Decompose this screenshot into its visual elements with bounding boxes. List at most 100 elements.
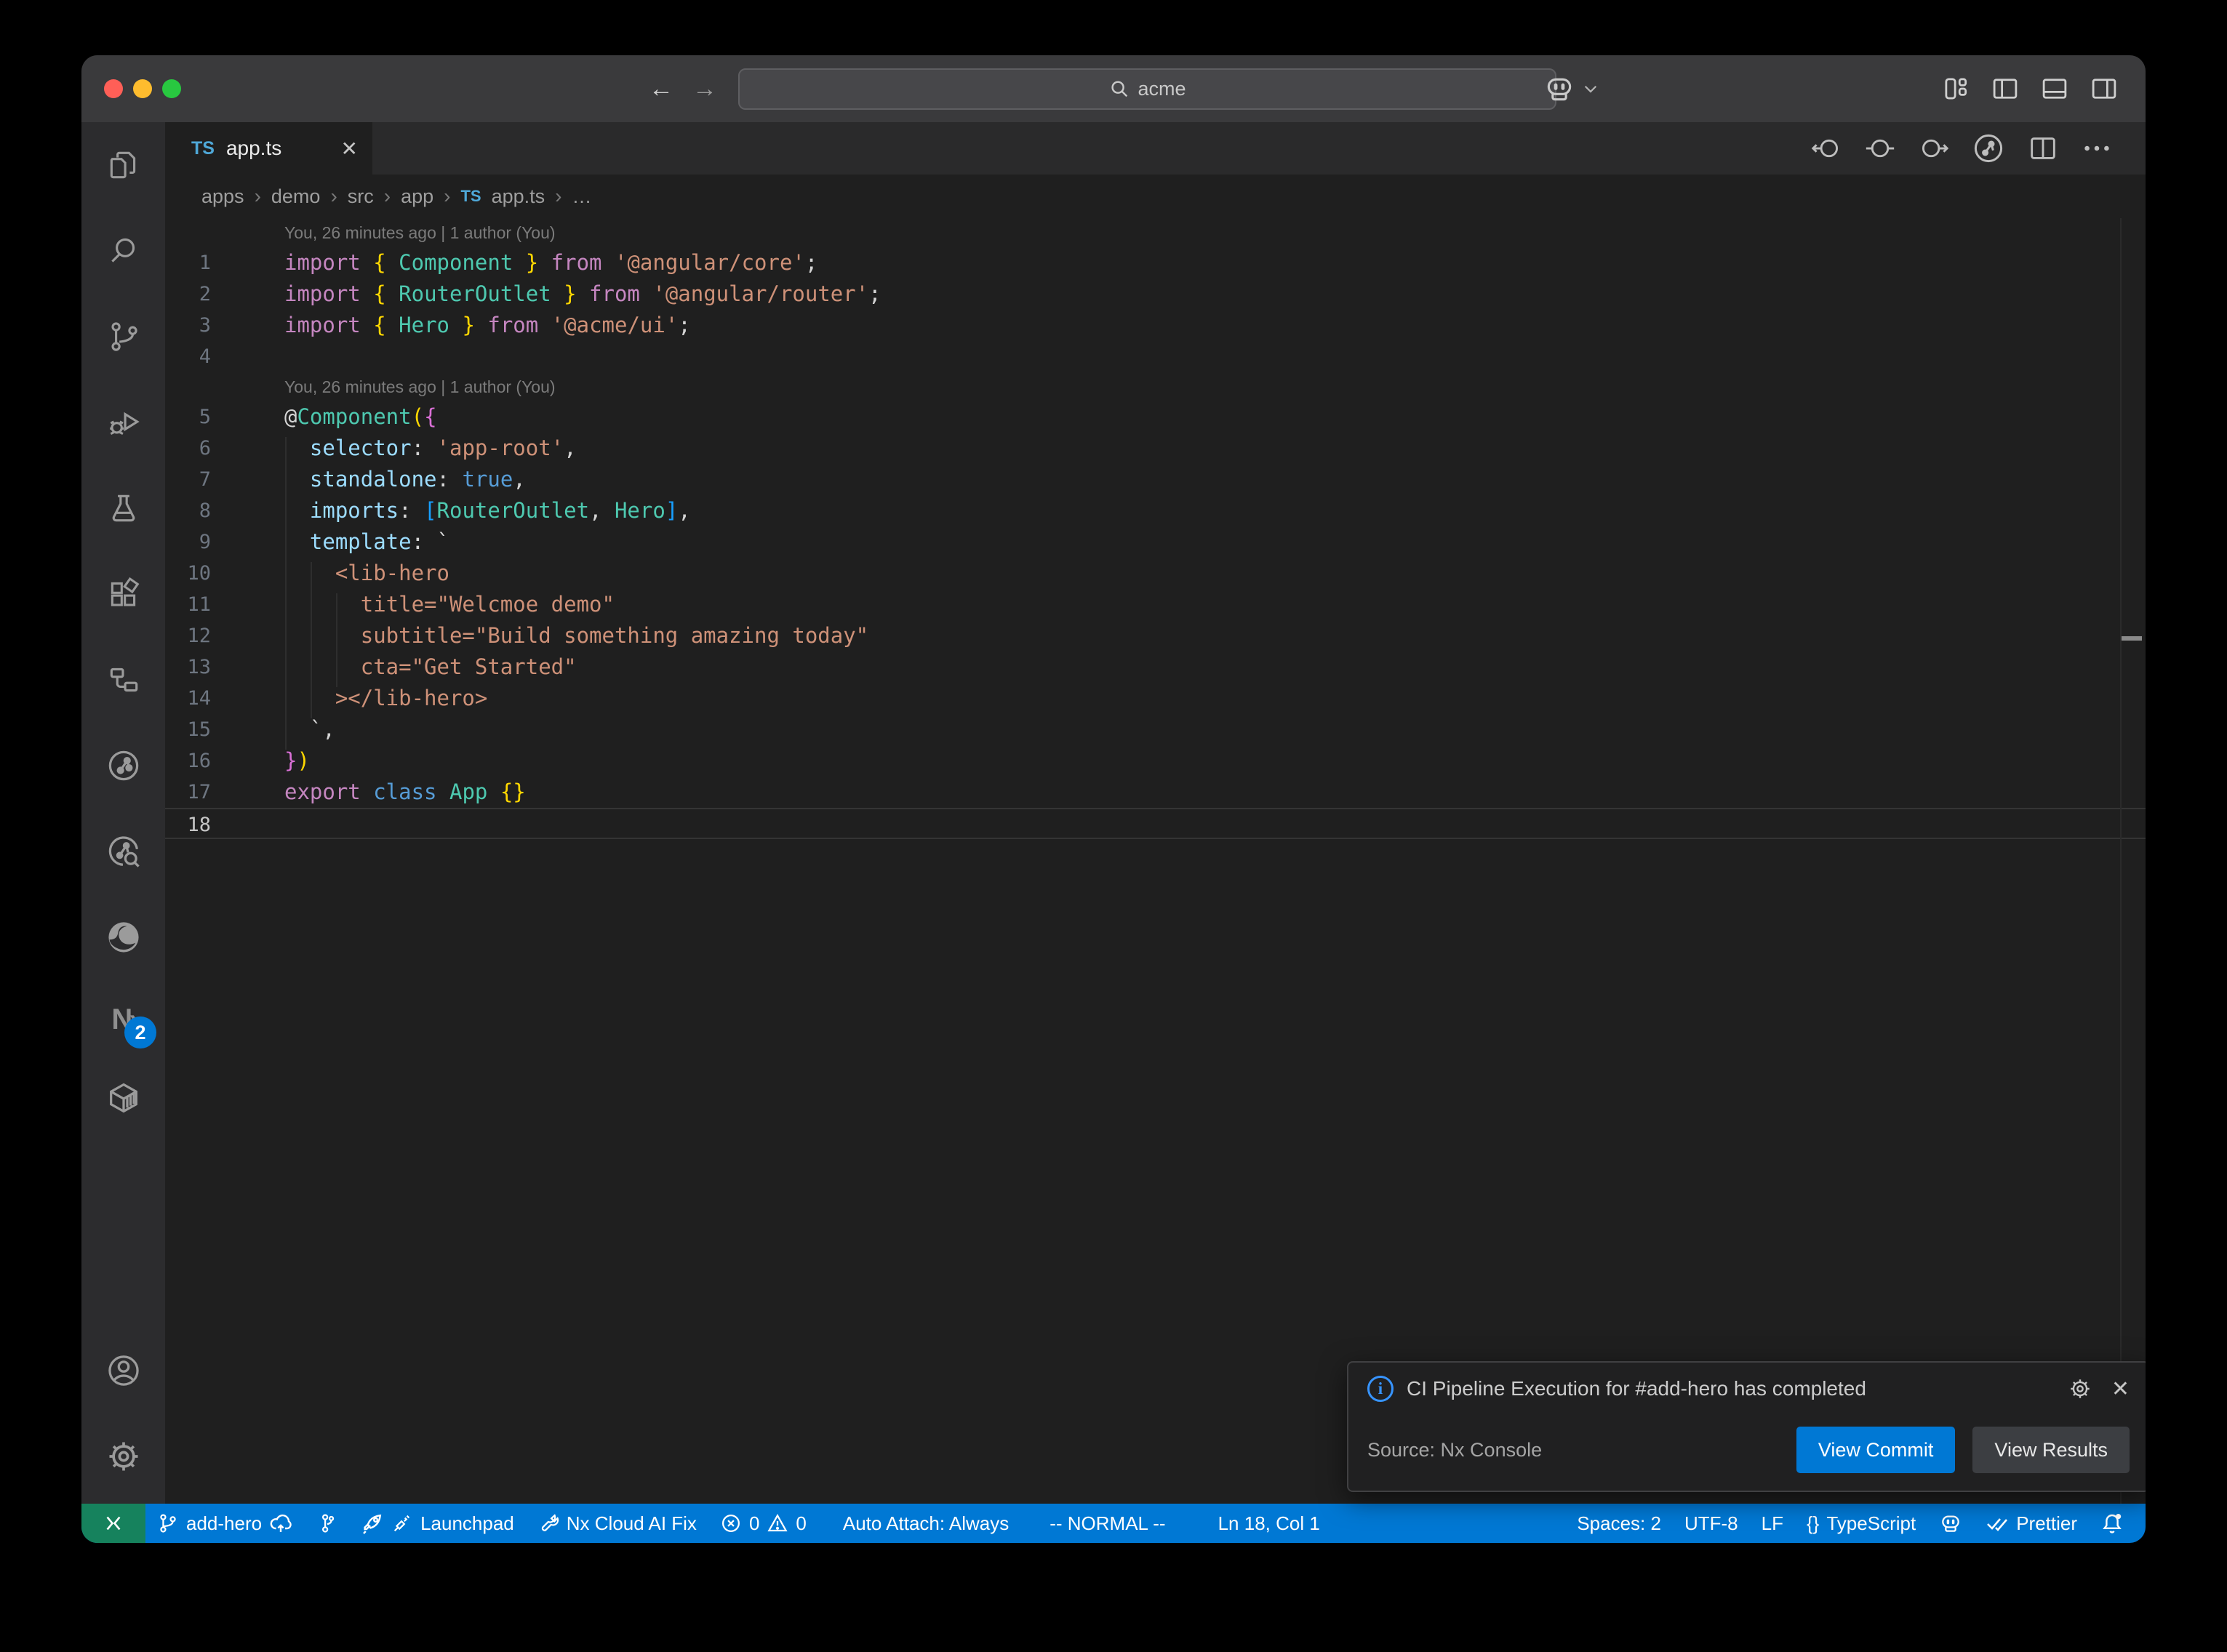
- code-line[interactable]: 15 `,: [165, 714, 2146, 745]
- code-editor[interactable]: You, 26 minutes ago | 1 author (You)1imp…: [165, 218, 2146, 1504]
- blame-annotation: You, 26 minutes ago | 1 author (You): [211, 372, 556, 401]
- extensions-icon[interactable]: [81, 551, 165, 637]
- editor-scrollbar[interactable]: [2120, 218, 2146, 1504]
- remote-icon: [103, 1512, 124, 1534]
- code-line[interactable]: 11 title="Welcmoe demo": [165, 589, 2146, 620]
- git-blame-row[interactable]: You, 26 minutes ago | 1 author (You): [165, 218, 2146, 247]
- copilot-status-item[interactable]: [1927, 1504, 1974, 1543]
- typescript-file-icon: TS: [460, 187, 481, 206]
- git-blame-row[interactable]: You, 26 minutes ago | 1 author (You): [165, 372, 2146, 401]
- notification-close-icon[interactable]: ✕: [2111, 1376, 2130, 1402]
- problems-status-item[interactable]: 0 0: [708, 1504, 818, 1543]
- explorer-icon[interactable]: [81, 122, 165, 208]
- code-line[interactable]: 2import { RouterOutlet } from '@angular/…: [165, 278, 2146, 310]
- search-sidebar-icon[interactable]: [81, 208, 165, 294]
- history-back-icon[interactable]: ←: [649, 75, 673, 103]
- breadcrumb-item[interactable]: …: [572, 185, 592, 208]
- launchpad-status-item[interactable]: Launchpad: [349, 1504, 526, 1543]
- toggle-primary-sidebar-icon[interactable]: [1990, 73, 2020, 104]
- code-line[interactable]: 5@Component({: [165, 401, 2146, 433]
- remote-indicator[interactable]: [81, 1504, 145, 1543]
- code-line[interactable]: 6 selector: 'app-root',: [165, 433, 2146, 464]
- status-bar: add-hero Launchpad: [81, 1504, 2146, 1543]
- auto-attach-status-item[interactable]: Auto Attach: Always: [831, 1504, 1020, 1543]
- view-commit-button[interactable]: View Commit: [1796, 1427, 1956, 1473]
- run-debug-icon[interactable]: [81, 380, 165, 465]
- code-line[interactable]: 7 standalone: true,: [165, 464, 2146, 495]
- language-status-item[interactable]: {} TypeScript: [1795, 1504, 1927, 1543]
- code-line[interactable]: 12 subtitle="Build something amazing tod…: [165, 620, 2146, 651]
- customize-layout-icon[interactable]: [1940, 73, 1971, 104]
- code-line[interactable]: 13 cta="Get Started": [165, 651, 2146, 683]
- nav-back-circle-icon[interactable]: [1810, 132, 1843, 165]
- line-number: 1: [165, 247, 211, 278]
- nx-graph-action-icon[interactable]: [1971, 131, 2006, 166]
- account-icon[interactable]: [81, 1328, 165, 1414]
- nav-forward-circle-icon[interactable]: [1917, 132, 1951, 165]
- warning-icon: [767, 1512, 788, 1534]
- nx-console-icon[interactable]: N› 2: [81, 980, 165, 1059]
- toggle-panel-icon[interactable]: [2039, 73, 2070, 104]
- source-control-graph-item[interactable]: [304, 1504, 349, 1543]
- code-line[interactable]: 4: [165, 341, 2146, 372]
- project-flowchart-icon[interactable]: [81, 637, 165, 723]
- code-text: title="Welcmoe demo": [211, 589, 615, 620]
- code-line[interactable]: 9 template: `: [165, 526, 2146, 558]
- branch-status-item[interactable]: add-hero: [145, 1504, 304, 1543]
- code-line[interactable]: 8 imports: [RouterOutlet, Hero],: [165, 495, 2146, 526]
- code-text: [211, 809, 284, 838]
- code-line[interactable]: 3import { Hero } from '@acme/ui';: [165, 310, 2146, 341]
- tab-close-icon[interactable]: ✕: [341, 137, 358, 161]
- settings-gear-icon[interactable]: [81, 1414, 165, 1499]
- notification-settings-icon[interactable]: [2068, 1376, 2092, 1401]
- formatter-status-item[interactable]: Prettier: [1974, 1504, 2089, 1543]
- history-forward-icon[interactable]: →: [692, 75, 717, 103]
- minimize-window-button[interactable]: [133, 79, 152, 98]
- nx-graph-search-icon[interactable]: [81, 809, 165, 894]
- view-results-button[interactable]: View Results: [1972, 1427, 2130, 1473]
- code-text: <lib-hero: [211, 558, 449, 589]
- notification-title: CI Pipeline Execution for #add-hero has …: [1407, 1377, 2055, 1400]
- eol-status-item[interactable]: LF: [1750, 1504, 1795, 1543]
- source-control-icon[interactable]: [81, 294, 165, 380]
- close-window-button[interactable]: [104, 79, 123, 98]
- toggle-secondary-sidebar-icon[interactable]: [2089, 73, 2119, 104]
- encoding-status-item[interactable]: UTF-8: [1673, 1504, 1750, 1543]
- chevron-right-icon: ›: [555, 185, 561, 208]
- breadcrumb-item[interactable]: demo: [271, 185, 321, 208]
- breadcrumb-item[interactable]: app.ts: [492, 185, 545, 208]
- split-editor-icon[interactable]: [2026, 132, 2060, 165]
- chevron-right-icon: ›: [330, 185, 337, 208]
- indentation-status-item[interactable]: Spaces: 2: [1565, 1504, 1673, 1543]
- edge-browser-icon[interactable]: [81, 894, 165, 980]
- nx-cloud-status-item[interactable]: Nx Cloud AI Fix: [526, 1504, 708, 1543]
- notifications-status-item[interactable]: [2089, 1504, 2135, 1543]
- code-line[interactable]: 16}): [165, 745, 2146, 777]
- code-line[interactable]: 17export class App {}: [165, 777, 2146, 808]
- line-number: 13: [165, 651, 211, 683]
- code-line[interactable]: 18: [165, 808, 2146, 839]
- copilot-icon[interactable]: [1543, 73, 1575, 105]
- code-line[interactable]: 1import { Component } from '@angular/cor…: [165, 247, 2146, 278]
- line-number: 2: [165, 278, 211, 310]
- wrench-icon: [537, 1512, 559, 1534]
- code-line[interactable]: 14 ></lib-hero>: [165, 683, 2146, 714]
- testing-icon[interactable]: [81, 465, 165, 551]
- code-text: template: `: [211, 526, 449, 558]
- vim-mode-status-item[interactable]: -- NORMAL --: [1038, 1504, 1177, 1543]
- nx-graph-icon[interactable]: [81, 723, 165, 809]
- breadcrumb-item[interactable]: src: [348, 185, 374, 208]
- chevron-down-icon[interactable]: [1581, 79, 1600, 98]
- nav-location-circle-icon[interactable]: [1863, 132, 1897, 165]
- command-center-search[interactable]: acme: [738, 68, 1556, 110]
- cloud-upload-icon: [269, 1512, 292, 1535]
- more-actions-icon[interactable]: [2080, 132, 2114, 165]
- maximize-window-button[interactable]: [162, 79, 181, 98]
- code-line[interactable]: 10 <lib-hero: [165, 558, 2146, 589]
- breadcrumb-item[interactable]: app: [401, 185, 433, 208]
- container-tools-icon[interactable]: [81, 1059, 165, 1137]
- tab-app-ts[interactable]: TS app.ts ✕: [165, 122, 372, 175]
- breadcrumb-item[interactable]: apps: [201, 185, 244, 208]
- cursor-position-status-item[interactable]: Ln 18, Col 1: [1207, 1504, 1332, 1543]
- nx-cloud-label: Nx Cloud AI Fix: [567, 1512, 697, 1535]
